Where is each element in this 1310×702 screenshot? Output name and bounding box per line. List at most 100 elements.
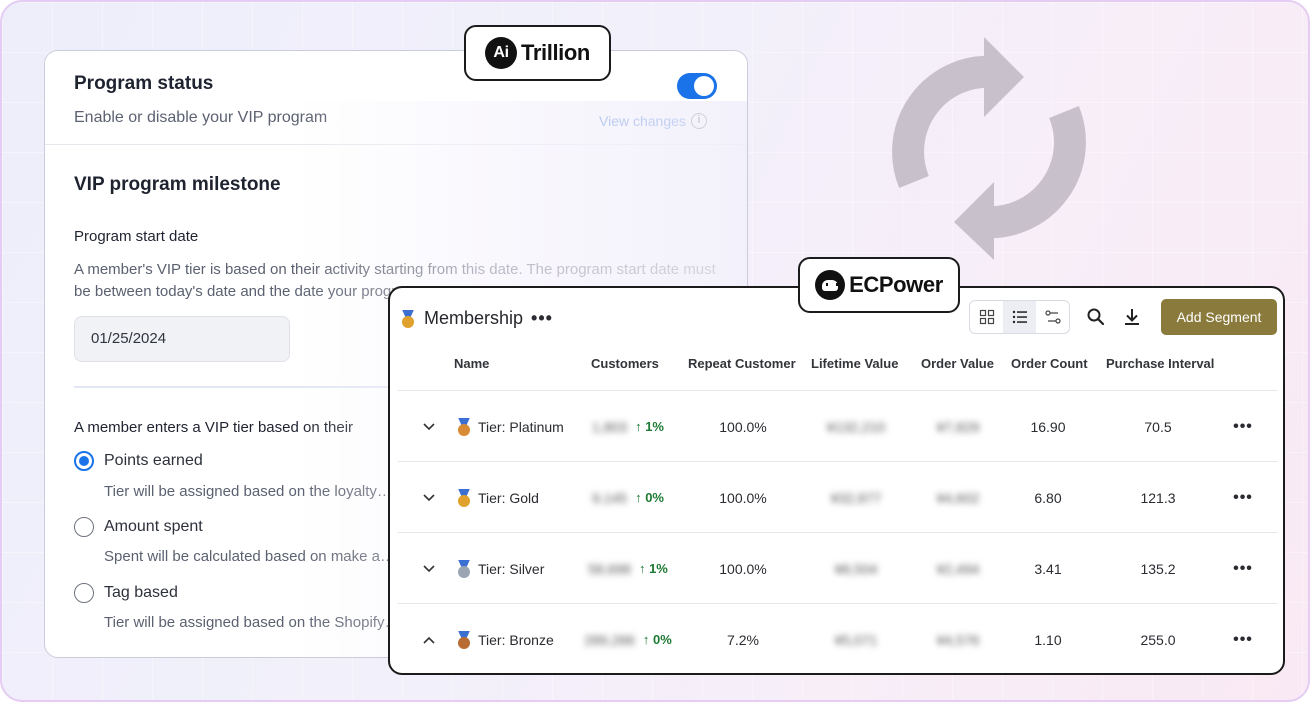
program-status-toggle[interactable]	[677, 73, 717, 99]
order-value-cell: ¥4,576	[936, 631, 980, 648]
lifetime-value-cell: ¥32,877	[830, 489, 882, 506]
row-more-options-icon[interactable]: •••	[1228, 391, 1258, 462]
tier-name-cell[interactable]: Tier: Silver	[456, 533, 544, 604]
radio-description: Tier will be assigned based on the Shopi…	[104, 614, 400, 631]
list-view-button[interactable]	[1003, 301, 1036, 333]
list-icon	[1012, 310, 1027, 324]
search-icon	[1087, 308, 1105, 326]
customers-cell: 58,698 ↑ 1%	[568, 533, 688, 604]
membership-title: Membership	[424, 308, 524, 328]
membership-title-area: Membership •••	[400, 308, 553, 329]
change-indicator: ↑ 1%	[639, 561, 668, 576]
radio-description: Spent will be calculated based on make a…	[104, 548, 396, 565]
program-status-title: Program status	[74, 73, 214, 94]
purchase-interval-cell: 121.3	[1140, 489, 1176, 506]
chevron-down-icon	[423, 422, 435, 430]
view-changes-label: View changes	[599, 113, 686, 129]
customers-count: 9,145	[592, 489, 628, 506]
tier-name: Tier: Bronze	[478, 631, 554, 648]
radio-button[interactable]	[74, 517, 94, 537]
tier-name: Tier: Gold	[478, 489, 539, 506]
flow-view-button[interactable]	[1036, 301, 1069, 333]
order-value-cell: ¥7,829	[936, 418, 980, 435]
info-icon[interactable]: i	[690, 113, 707, 129]
radio-points-earned[interactable]: Points earned	[74, 451, 203, 471]
change-percent: 0%	[652, 632, 672, 647]
row-more-options-icon[interactable]: •••	[1228, 462, 1258, 533]
aitrillion-logo-badge: Ai Trillion	[464, 25, 611, 81]
program-start-date-label: Program start date	[74, 228, 199, 245]
change-indicator: ↑ 0%	[635, 490, 664, 505]
change-percent: 1%	[649, 561, 668, 576]
medal-icon	[456, 559, 472, 578]
view-changes-link[interactable]: View changes i	[599, 113, 707, 129]
radio-description: Tier will be assigned based on the loyal…	[104, 483, 392, 500]
table-row[interactable]: Tier: Bronze 289,266 ↑ 0% 7.2% ¥5,071 ¥4,576 1…	[398, 603, 1278, 673]
radio-amount-spent[interactable]: Amount spent	[74, 517, 203, 537]
purchase-interval-cell: 70.5	[1144, 418, 1172, 435]
download-button[interactable]	[1119, 304, 1145, 330]
table-row[interactable]: Tier: Gold 9,145 ↑ 0% 100.0% ¥32,877 ¥4,602 6.…	[398, 461, 1278, 532]
column-header[interactable]: Purchase Interval	[1106, 356, 1214, 371]
tier-name: Tier: Silver	[478, 560, 545, 577]
tier-name: Tier: Platinum	[478, 418, 564, 435]
change-indicator: ↑ 0%	[643, 632, 672, 647]
more-options-icon[interactable]: •••	[531, 308, 553, 329]
customers-cell: 289,266 ↑ 0%	[568, 604, 688, 673]
program-status-description: Enable or disable your VIP program	[74, 109, 328, 126]
expand-toggle[interactable]	[419, 533, 439, 604]
add-segment-button[interactable]: Add Segment	[1161, 299, 1277, 335]
column-header[interactable]: Name	[454, 356, 489, 371]
row-more-options-icon[interactable]: •••	[1228, 604, 1258, 673]
order-value-cell: ¥4,602	[936, 489, 980, 506]
change-percent: 1%	[645, 419, 664, 434]
arrow-up-icon: ↑	[635, 490, 642, 505]
table-row[interactable]: Tier: Silver 58,698 ↑ 1% 100.0% ¥8,504 ¥2,494…	[398, 532, 1278, 603]
radio-tag-based[interactable]: Tag based	[74, 583, 178, 603]
arrow-up-icon: ↑	[642, 632, 650, 647]
order-value-cell: ¥2,494	[936, 560, 980, 577]
chevron-down-icon	[423, 493, 435, 501]
lifetime-value-cell: ¥5,071	[834, 631, 878, 648]
grid-view-button[interactable]	[970, 301, 1003, 333]
medal-icon	[456, 417, 472, 436]
tier-name-cell[interactable]: Tier: Gold	[456, 462, 539, 533]
repeat-customer-cell: 7.2%	[727, 631, 759, 648]
search-button[interactable]	[1083, 304, 1109, 330]
table-row[interactable]: Tier: Platinum 1,803 ↑ 1% 100.0% ¥132,210 ¥7,…	[398, 390, 1278, 461]
medal-icon	[456, 630, 472, 649]
order-count-cell: 3.41	[1034, 560, 1062, 577]
milestone-title: VIP program milestone	[74, 174, 281, 195]
expand-toggle[interactable]	[419, 604, 439, 673]
column-header[interactable]: Lifetime Value	[811, 356, 898, 371]
repeat-customer-cell: 100.0%	[719, 560, 767, 577]
radio-button[interactable]	[74, 451, 94, 471]
tier-name-cell[interactable]: Tier: Platinum	[456, 391, 564, 462]
tier-name-cell[interactable]: Tier: Bronze	[456, 604, 554, 673]
table-header: Name Customers Repeat Customer Lifetime …	[390, 356, 1283, 392]
column-header[interactable]: Repeat Customer	[688, 356, 796, 371]
ecpower-logo-badge: ECPower	[798, 257, 960, 313]
chevron-down-icon	[423, 564, 435, 572]
radio-button[interactable]	[74, 583, 94, 603]
medal-icon	[400, 309, 416, 328]
background-frame: Program status Enable or disable your VI…	[0, 0, 1310, 702]
program-start-date-input[interactable]: 01/25/2024	[74, 316, 290, 362]
column-header[interactable]: Customers	[591, 356, 659, 371]
ecpower-logo-icon	[815, 270, 846, 300]
ecpower-brand-name: ECPower	[849, 272, 943, 297]
column-header[interactable]: Order Count	[1011, 356, 1088, 371]
expand-toggle[interactable]	[419, 462, 439, 533]
toggle-knob	[694, 76, 714, 96]
row-more-options-icon[interactable]: •••	[1228, 533, 1258, 604]
radio-label: Points earned	[104, 452, 203, 469]
expand-toggle[interactable]	[419, 391, 439, 462]
sync-icon	[892, 37, 1086, 260]
change-indicator: ↑ 1%	[635, 419, 664, 434]
purchase-interval-cell: 135.2	[1140, 560, 1176, 577]
repeat-customer-cell: 100.0%	[719, 418, 767, 435]
radio-label: Tag based	[104, 584, 178, 601]
column-header[interactable]: Order Value	[921, 356, 994, 371]
radio-label: Amount spent	[104, 518, 203, 535]
customers-cell: 1,803 ↑ 1%	[568, 391, 688, 462]
